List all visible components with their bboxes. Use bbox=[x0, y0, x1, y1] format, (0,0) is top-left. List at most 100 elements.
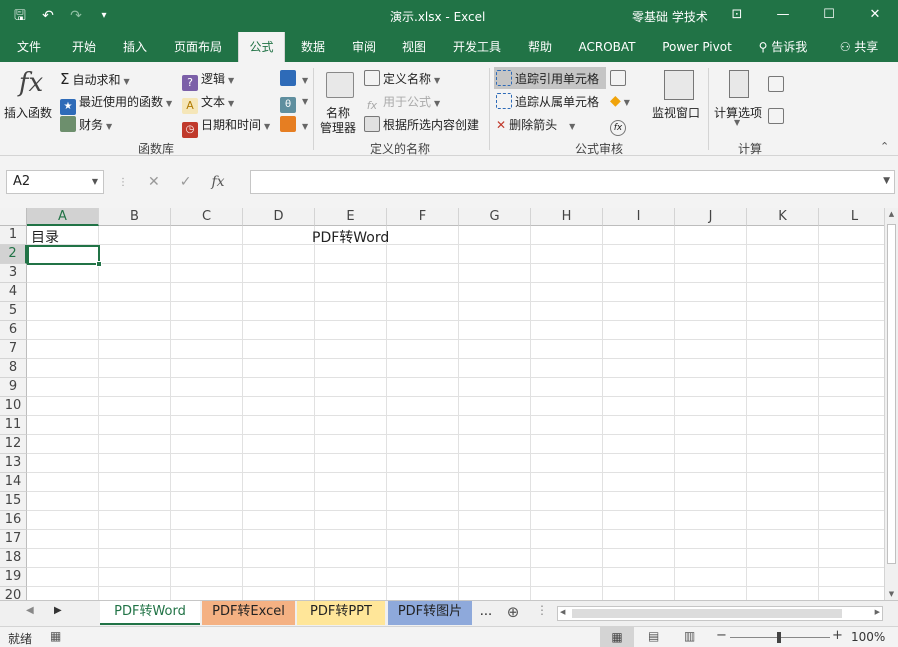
row-header[interactable]: 14 bbox=[0, 473, 27, 492]
scroll-up-icon[interactable]: ▲ bbox=[885, 210, 898, 218]
define-name-button[interactable]: 定义名称 ▼ bbox=[364, 70, 440, 87]
row-header[interactable]: 2 bbox=[0, 245, 27, 264]
redo-icon[interactable]: ↷ bbox=[66, 6, 86, 26]
horizontal-scrollbar[interactable]: ◀ ▶ bbox=[557, 606, 883, 621]
watch-window-button[interactable]: 监视窗口 bbox=[652, 104, 700, 121]
formula-input[interactable]: ▼ bbox=[250, 170, 895, 194]
zoom-slider-thumb[interactable] bbox=[777, 632, 781, 643]
cell-a1[interactable]: 目录 bbox=[31, 227, 59, 247]
row-header[interactable]: 17 bbox=[0, 530, 27, 549]
account-name[interactable]: 零基础 学技术 bbox=[632, 8, 708, 25]
add-sheet-icon[interactable]: ⊕ bbox=[502, 601, 524, 625]
scroll-right-icon[interactable]: ▶ bbox=[875, 608, 880, 616]
row-header[interactable]: 11 bbox=[0, 416, 27, 435]
tab-developer[interactable]: 开发工具 bbox=[446, 32, 508, 62]
more-sheets-button[interactable]: ... bbox=[476, 601, 496, 625]
row-header[interactable]: 19 bbox=[0, 568, 27, 587]
error-checking-button[interactable]: ◆ ▼ bbox=[610, 93, 630, 109]
function-icon[interactable]: fx bbox=[14, 68, 48, 98]
chevron-down-icon[interactable]: ▼ bbox=[92, 171, 98, 193]
enter-icon[interactable]: ✓ bbox=[180, 174, 192, 190]
scroll-down-icon[interactable]: ▼ bbox=[885, 590, 898, 598]
row-header[interactable]: 9 bbox=[0, 378, 27, 397]
calculate-now-button[interactable] bbox=[768, 76, 787, 92]
tab-insert[interactable]: 插入 bbox=[114, 32, 156, 62]
prev-sheet-icon[interactable]: ◀ bbox=[26, 605, 34, 616]
column-header[interactable]: A bbox=[27, 208, 99, 226]
show-formulas-button[interactable] bbox=[610, 70, 629, 86]
column-header[interactable]: J bbox=[675, 208, 747, 226]
column-header[interactable]: F bbox=[387, 208, 459, 226]
share-button[interactable]: ⚇ 共享 bbox=[834, 32, 884, 62]
tab-data[interactable]: 数据 bbox=[292, 32, 334, 62]
vertical-scroll-thumb[interactable] bbox=[887, 224, 896, 564]
minimize-icon[interactable]: — bbox=[760, 0, 806, 32]
next-sheet-icon[interactable]: ▶ bbox=[54, 605, 62, 616]
tab-home[interactable]: 开始 bbox=[62, 32, 106, 62]
close-icon[interactable]: ✕ bbox=[852, 0, 898, 32]
column-header[interactable]: G bbox=[459, 208, 531, 226]
name-manager-label-2[interactable]: 管理器 bbox=[320, 119, 356, 136]
glasses-icon[interactable] bbox=[664, 70, 694, 100]
name-box[interactable]: A2 ▼ bbox=[6, 170, 104, 194]
zoom-level[interactable]: 100% bbox=[851, 630, 885, 644]
sheet-tab-pdf-excel[interactable]: PDF转Excel bbox=[202, 601, 295, 625]
zoom-out-icon[interactable]: − bbox=[716, 628, 727, 643]
column-header[interactable]: H bbox=[531, 208, 603, 226]
cancel-icon[interactable]: ✕ bbox=[148, 174, 160, 190]
row-header[interactable]: 18 bbox=[0, 549, 27, 568]
more-functions-button[interactable]: ▼ bbox=[280, 116, 308, 132]
trace-dependents-button[interactable]: 追踪从属单元格 bbox=[496, 93, 599, 110]
ribbon-display-icon[interactable]: ⊡ bbox=[714, 0, 760, 32]
tell-me[interactable]: ⚲ 告诉我 bbox=[752, 32, 814, 62]
row-header[interactable]: 16 bbox=[0, 511, 27, 530]
autosum-button[interactable]: Σ 自动求和 ▼ bbox=[60, 70, 130, 88]
vertical-scrollbar[interactable]: ▲ ▼ bbox=[884, 208, 898, 600]
select-all-corner[interactable] bbox=[0, 208, 27, 226]
fill-handle[interactable] bbox=[96, 261, 102, 267]
text-button[interactable]: A 文本 ▼ bbox=[182, 93, 234, 114]
row-header[interactable]: 3 bbox=[0, 264, 27, 283]
tab-formulas[interactable]: 公式 bbox=[238, 32, 285, 62]
datetime-button[interactable]: ◷ 日期和时间 ▼ bbox=[182, 116, 270, 138]
row-header[interactable]: 6 bbox=[0, 321, 27, 340]
tab-review[interactable]: 审阅 bbox=[343, 32, 385, 62]
financial-button[interactable]: 财务 ▼ bbox=[60, 116, 112, 133]
expand-formula-icon[interactable]: ▼ bbox=[883, 176, 890, 186]
tab-help[interactable]: 帮助 bbox=[520, 32, 560, 62]
row-header[interactable]: 10 bbox=[0, 397, 27, 416]
row-header[interactable]: 15 bbox=[0, 492, 27, 511]
row-header[interactable]: 1 bbox=[0, 226, 27, 245]
page-break-view-icon[interactable]: ▥ bbox=[684, 629, 695, 643]
page-layout-view-icon[interactable]: ▤ bbox=[648, 629, 659, 643]
math-trig-button[interactable]: θ ▼ bbox=[280, 93, 308, 113]
row-header[interactable]: 12 bbox=[0, 435, 27, 454]
row-header[interactable]: 13 bbox=[0, 454, 27, 473]
row-header[interactable]: 8 bbox=[0, 359, 27, 378]
horizontal-scroll-thumb[interactable] bbox=[572, 609, 842, 618]
row-header[interactable]: 20 bbox=[0, 587, 27, 600]
column-header[interactable]: B bbox=[99, 208, 171, 226]
remove-arrows-button[interactable]: ✕ 删除箭头 ▼ bbox=[496, 116, 575, 133]
normal-view-icon[interactable]: ▦ bbox=[600, 627, 634, 647]
tab-file[interactable]: 文件 bbox=[8, 32, 50, 62]
maximize-icon[interactable]: ☐ bbox=[806, 0, 852, 32]
sheet-tab-pdf-image[interactable]: PDF转图片 bbox=[388, 601, 472, 625]
trace-precedents-button[interactable]: 追踪引用单元格 bbox=[494, 67, 606, 89]
tab-view[interactable]: 视图 bbox=[393, 32, 435, 62]
evaluate-formula-button[interactable]: fx bbox=[610, 116, 629, 136]
sheet-tab-pdf-ppt[interactable]: PDF转PPT bbox=[297, 601, 385, 625]
calculator-icon[interactable] bbox=[729, 70, 749, 98]
column-header[interactable]: E bbox=[315, 208, 387, 226]
row-header[interactable]: 5 bbox=[0, 302, 27, 321]
macro-record-icon[interactable]: ▦ bbox=[50, 629, 61, 643]
column-header[interactable]: D bbox=[243, 208, 315, 226]
spreadsheet-grid[interactable]: A B C D E F G H I J K L 1 2 3 4 5 6 7 8 9 10 11 12 13 14 15 16 17 18 1… bbox=[0, 208, 884, 600]
selected-cell-a2[interactable] bbox=[27, 245, 102, 267]
use-in-formula-button[interactable]: fx 用于公式 ▼ bbox=[364, 93, 440, 114]
tab-page-layout[interactable]: 页面布局 bbox=[168, 32, 228, 62]
tab-power-pivot[interactable]: Power Pivot bbox=[657, 32, 737, 62]
tab-acrobat[interactable]: ACROBAT bbox=[572, 32, 642, 62]
save-icon[interactable]: 🖫 bbox=[10, 6, 30, 26]
insert-function-icon[interactable]: fx bbox=[211, 174, 224, 190]
